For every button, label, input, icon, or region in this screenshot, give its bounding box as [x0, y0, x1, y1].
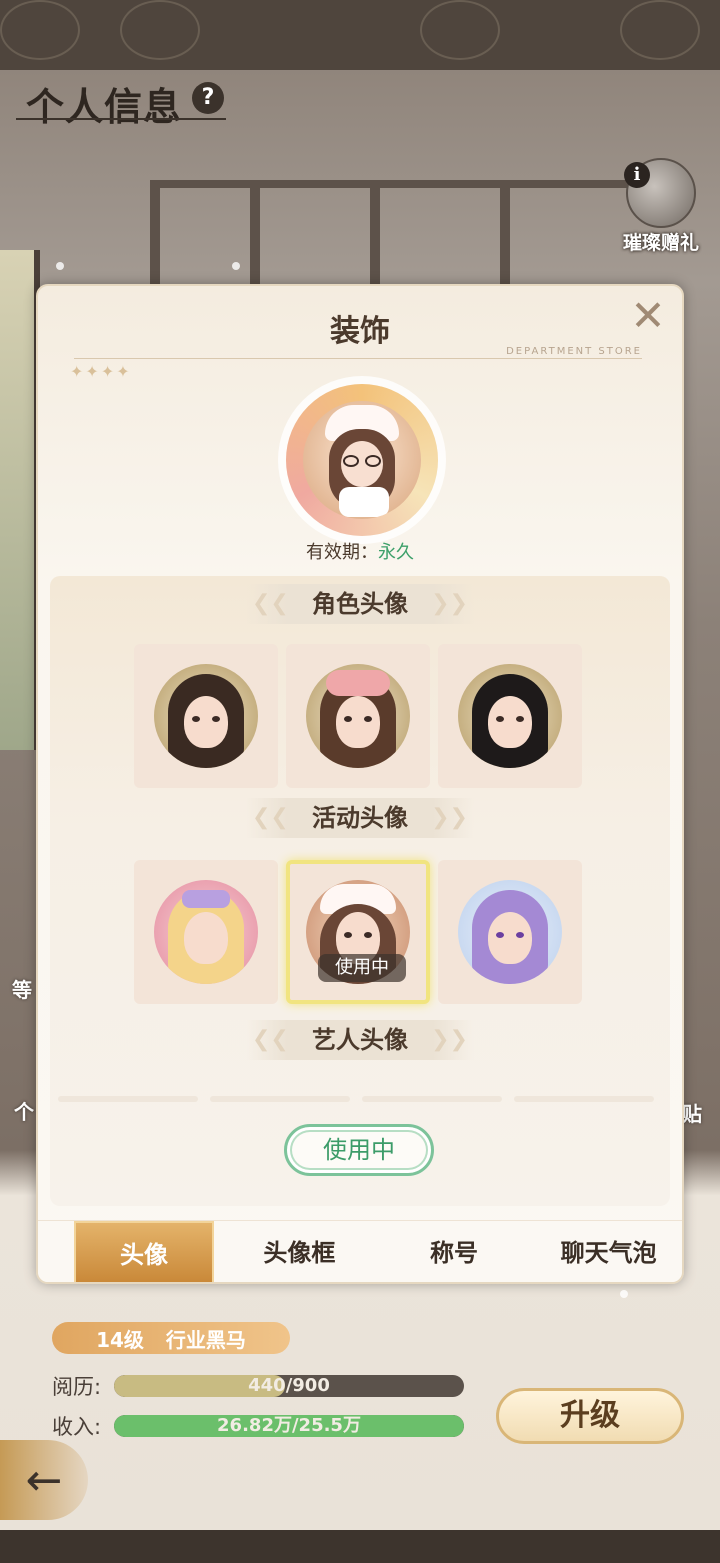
avatar-role-3 [458, 664, 562, 768]
bottom-decor-band [0, 1528, 720, 1563]
avatar-card-event-3[interactable] [438, 860, 582, 1004]
left-fragment-bottom: 个 [14, 1100, 34, 1124]
avatar-card-event-2-selected[interactable]: 使用中 [286, 860, 430, 1004]
tab-avatar[interactable]: 头像 [74, 1220, 214, 1282]
background-window [150, 180, 670, 298]
left-window [0, 250, 40, 750]
gift-label: 璀璨赠礼 [622, 232, 699, 254]
experience-row: 阅历: 440/900 [52, 1371, 464, 1401]
income-row: 收入: 26.82万/25.5万 [52, 1411, 464, 1441]
experience-value: 440/900 [248, 1375, 330, 1396]
section-header-artist: 艺人头像 [246, 1020, 474, 1060]
left-fragment-top: 等 [12, 978, 32, 1002]
title-underline [16, 118, 226, 120]
validity-label: 有效期： [306, 542, 378, 563]
avatar-list[interactable]: 角色头像 [50, 576, 670, 1206]
avatar-preview-image [303, 401, 421, 519]
validity-value: 永久 [378, 542, 414, 563]
experience-label: 阅历: [52, 1375, 102, 1399]
income-value: 26.82万/25.5万 [217, 1415, 361, 1436]
gift-icon: i [624, 158, 696, 228]
gift-button[interactable]: i 璀璨赠礼 [616, 158, 706, 258]
rank-text: 行业黑马 [165, 1327, 246, 1352]
avatar-role-2 [306, 664, 410, 768]
tab-chat-bubble[interactable]: 聊天气泡 [531, 1221, 682, 1283]
avatar-card-event-1[interactable] [134, 860, 278, 1004]
light-dot [56, 262, 64, 270]
experience-bar: 440/900 [114, 1375, 464, 1397]
tab-avatar-frame[interactable]: 头像框 [222, 1221, 377, 1283]
modal-title: 装饰 [330, 314, 390, 349]
modal-subtitle: DEPARTMENT STORE [506, 346, 642, 357]
modal-title-divider [74, 358, 642, 359]
level-text: 14级 [96, 1327, 144, 1352]
page-title: 个人信息 [26, 85, 183, 129]
avatar-row-role [134, 644, 582, 788]
avatar-role-1 [154, 664, 258, 768]
avatar-card-role-2[interactable] [286, 644, 430, 788]
validity-line: 有效期：永久 [38, 538, 682, 564]
avatar-card-role-1[interactable] [134, 644, 278, 788]
close-icon[interactable]: ✕ [628, 295, 668, 337]
help-icon[interactable]: ? [192, 82, 224, 114]
avatar-row-event: 使用中 [134, 860, 582, 1004]
avatar-preview [274, 372, 450, 548]
in-use-tag: 使用中 [318, 954, 406, 982]
light-dot [620, 1290, 628, 1298]
decoration-modal: 装饰 DEPARTMENT STORE ✦✦✦✦ ✕ 有效期：永久 角色头像 [36, 284, 684, 1284]
back-arrow-icon: ← [25, 1454, 63, 1506]
section-header-role: 角色头像 [246, 584, 474, 624]
artist-avatar-row-peek [58, 1096, 654, 1102]
right-fragment: 贴 [682, 1102, 702, 1126]
section-header-event: 活动头像 [246, 798, 474, 838]
avatar-event-3 [458, 880, 562, 984]
tab-title[interactable]: 称号 [377, 1221, 532, 1283]
info-icon: i [624, 162, 650, 188]
upgrade-button[interactable]: 升级 [496, 1388, 684, 1444]
light-dot [232, 262, 240, 270]
avatar-event-1 [154, 880, 258, 984]
income-label: 收入: [52, 1415, 102, 1439]
back-button[interactable]: ← [0, 1440, 88, 1520]
avatar-card-role-3[interactable] [438, 644, 582, 788]
sparkle-decor: ✦✦✦✦ [70, 362, 132, 381]
in-use-button[interactable]: 使用中 [284, 1124, 434, 1176]
decoration-tabbar: 头像 头像框 称号 聊天气泡 [38, 1220, 682, 1283]
income-bar: 26.82万/25.5万 [114, 1415, 464, 1437]
avatar-preview-frame [286, 384, 438, 536]
level-badge: 14级 行业黑马 [52, 1322, 290, 1354]
top-decor-band [0, 0, 720, 70]
